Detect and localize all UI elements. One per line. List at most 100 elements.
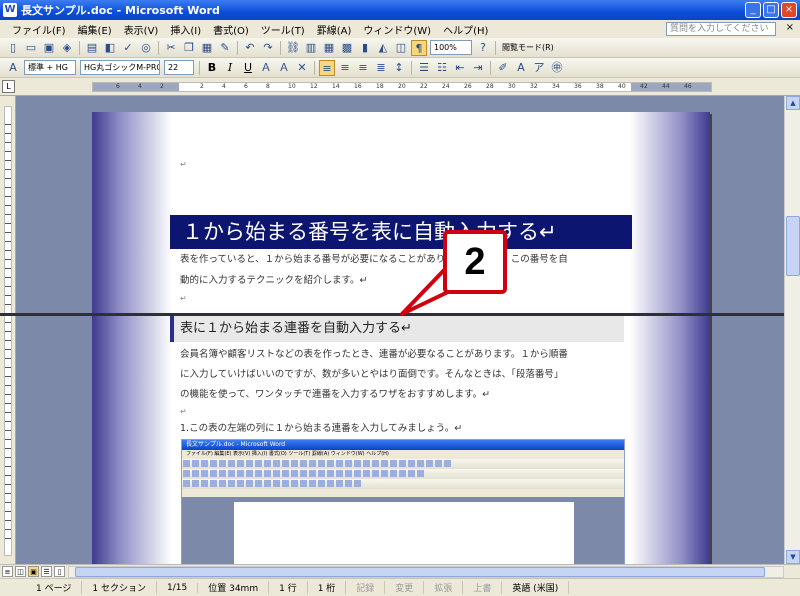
font-select[interactable]: HG丸ゴシックM-PRO	[80, 60, 160, 75]
format-painter-icon[interactable]: ✎	[217, 40, 233, 56]
horizontal-scrollbar[interactable]	[68, 566, 784, 578]
body-line-1[interactable]: 会員名簿や顧客リストなどの表を作ったとき、連番が必要なることがあります。１から順…	[180, 344, 568, 365]
menu-table[interactable]: 罫線(A)	[311, 22, 358, 37]
align-center-icon[interactable]: ≡	[337, 60, 353, 76]
copy-icon[interactable]: ❐	[181, 40, 197, 56]
status-ext[interactable]: 拡張	[424, 581, 464, 594]
toolbar-separator	[490, 60, 491, 75]
maximize-button[interactable]: □	[763, 2, 779, 18]
show-hide-marks-icon[interactable]: ¶	[411, 39, 427, 56]
embedded-screenshot-image: 長文サンプル.doc - Microsoft Word ファイル(F) 編集(E…	[181, 439, 625, 567]
hyperlink-icon[interactable]: ⛓	[285, 40, 301, 56]
italic-button[interactable]: I	[222, 60, 238, 76]
redo-icon[interactable]: ↷	[260, 40, 276, 56]
columns-icon[interactable]: ▮	[357, 40, 373, 56]
word-app-icon[interactable]: W	[3, 3, 17, 17]
decrease-indent-icon[interactable]: ⇤	[452, 60, 468, 76]
horizontal-ruler[interactable]: L 6 4 2 2 4 6 8 10 12 14 16 18 20 22 24 …	[0, 78, 800, 96]
align-right-icon[interactable]: ≡	[355, 60, 371, 76]
help-search-input[interactable]: 質問を入力してください	[666, 22, 776, 36]
scroll-thumb[interactable]	[786, 216, 800, 276]
embedded-title-bar: 長文サンプル.doc - Microsoft Word	[182, 440, 624, 450]
body-line-3[interactable]: の機能を使って、ワンタッチで連番を入力するワザをおすすめします。↵	[180, 384, 490, 405]
paragraph-mark: ↵	[180, 294, 187, 303]
menu-insert[interactable]: 挿入(I)	[164, 22, 207, 37]
menu-view[interactable]: 表示(V)	[118, 22, 165, 37]
character-border-icon[interactable]: Ａ	[258, 60, 274, 76]
increase-indent-icon[interactable]: ⇥	[470, 60, 486, 76]
character-shading-icon[interactable]: Ａ	[276, 60, 292, 76]
intro-line-1[interactable]: 表を作っていると、１から始まる番号が必要になることがあります。今回は、この番号を…	[180, 249, 568, 270]
status-page-count: 1/15	[157, 582, 199, 593]
window-controls: _ □ ×	[745, 2, 797, 18]
status-ovr[interactable]: 上書	[463, 581, 503, 594]
reading-view-icon[interactable]: ▯	[54, 566, 65, 577]
menu-edit[interactable]: 編集(E)	[72, 22, 118, 37]
doc-map-icon[interactable]: ◫	[393, 40, 409, 56]
embedded-ruler	[182, 489, 624, 497]
menu-window[interactable]: ウィンドウ(W)	[357, 22, 437, 37]
scroll-down-icon[interactable]: ▼	[786, 550, 800, 564]
font-color-button[interactable]: A	[513, 60, 529, 76]
bold-button[interactable]: B	[204, 60, 220, 76]
styles-formatting-icon[interactable]: A	[5, 60, 21, 76]
drawing-icon[interactable]: ◭	[375, 40, 391, 56]
toolbar-separator	[411, 60, 412, 75]
status-trk[interactable]: 変更	[385, 581, 425, 594]
tables-borders-icon[interactable]: ▥	[303, 40, 319, 56]
menu-file[interactable]: ファイル(F)	[6, 22, 72, 37]
ruler-tick: 46	[684, 83, 692, 90]
bullets-icon[interactable]: ☷	[434, 60, 450, 76]
research-icon[interactable]: ◎	[138, 40, 154, 56]
undo-icon[interactable]: ↶	[242, 40, 258, 56]
char-scale-icon[interactable]: ✕	[294, 60, 310, 76]
intro-line-2[interactable]: 動的に入力するテクニックを紹介します。↵	[180, 270, 368, 291]
vertical-scrollbar[interactable]: ▲ ▼	[784, 96, 800, 564]
font-size-select[interactable]: 22	[164, 60, 194, 75]
print-preview-icon[interactable]: ◧	[102, 40, 118, 56]
enclose-character-icon[interactable]: ㊥	[549, 60, 565, 76]
highlight-icon[interactable]: ✐	[495, 60, 511, 76]
permission-icon[interactable]: ◈	[59, 40, 75, 56]
body-line-2[interactable]: に入力していけばいいのですが、数が多いとやはり面倒です。そんなときは、「段落番号…	[180, 364, 563, 385]
cut-icon[interactable]: ✂	[163, 40, 179, 56]
print-icon[interactable]: ▤	[84, 40, 100, 56]
outline-view-icon[interactable]: ☰	[41, 566, 52, 577]
vertical-ruler[interactable]	[0, 96, 16, 564]
save-icon[interactable]: ▣	[41, 40, 57, 56]
ruler-tick: 6	[116, 83, 120, 90]
normal-view-icon[interactable]: ≡	[2, 566, 13, 577]
style-select[interactable]: 標準 + HG	[24, 60, 76, 75]
menu-tools[interactable]: ツール(T)	[255, 22, 311, 37]
heading-1[interactable]: １から始まる番号を表に自動入力する↵	[170, 215, 632, 249]
new-doc-icon[interactable]: ▯	[5, 40, 21, 56]
phonetic-guide-icon[interactable]: ア	[531, 60, 547, 76]
paste-icon[interactable]: ▦	[199, 40, 215, 56]
numbering-icon[interactable]: ☰	[416, 60, 432, 76]
zoom-select[interactable]: 100%	[430, 40, 472, 55]
justify-icon[interactable]: ≣	[373, 60, 389, 76]
status-rec[interactable]: 記録	[346, 581, 386, 594]
doc-close-icon[interactable]: ×	[786, 22, 794, 33]
help-icon[interactable]: ?	[475, 40, 491, 56]
menu-help[interactable]: ヘルプ(H)	[437, 22, 494, 37]
insert-excel-icon[interactable]: ▩	[339, 40, 355, 56]
scroll-up-icon[interactable]: ▲	[786, 96, 800, 110]
step-1-text[interactable]: 1.この表の左端の列に１から始まる連番を入力してみましょう。↵	[180, 418, 462, 439]
minimize-button[interactable]: _	[745, 2, 761, 18]
web-layout-icon[interactable]: ◫	[15, 566, 26, 577]
horizontal-scroll-thumb[interactable]	[75, 567, 765, 577]
insert-table-icon[interactable]: ▦	[321, 40, 337, 56]
print-layout-icon[interactable]: ▣	[28, 566, 39, 577]
tab-selector[interactable]: L	[2, 80, 15, 93]
underline-button[interactable]: U	[240, 60, 256, 76]
ruler-tick: 8	[266, 83, 270, 90]
spelling-icon[interactable]: ✓	[120, 40, 136, 56]
line-spacing-icon[interactable]: ↕	[391, 60, 407, 76]
paragraph-mark: ↵	[180, 407, 187, 416]
reading-mode-button[interactable]: 閲覧モード(R)	[499, 42, 557, 53]
open-icon[interactable]: ▭	[23, 40, 39, 56]
menu-format[interactable]: 書式(O)	[207, 22, 255, 37]
align-left-icon[interactable]: ≡	[319, 59, 335, 76]
close-button[interactable]: ×	[781, 2, 797, 18]
